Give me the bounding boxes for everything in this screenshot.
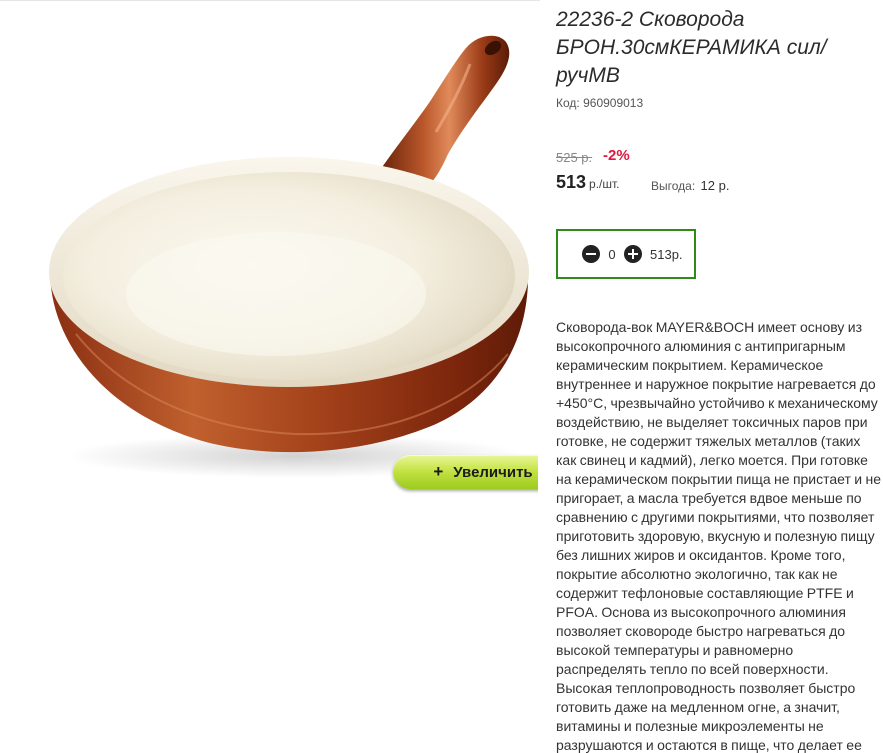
- benefit: Выгода: 12 р.: [651, 178, 729, 193]
- old-price: 525 р.: [556, 150, 593, 165]
- quantity-stepper: 0 513р.: [556, 229, 696, 279]
- code-value: 960909013: [583, 96, 644, 110]
- product-description: Сковорода-вок MAYER&BOCH имеет основу из…: [556, 319, 882, 753]
- product-page: + Увеличить 22236-2 Сковорода БРОН.30смК…: [0, 0, 883, 753]
- product-title: 22236-2 Сковорода БРОН.30смКЕРАМИКА сил/…: [556, 8, 827, 87]
- zoom-button-label: Увеличить: [453, 463, 533, 481]
- quantity-value[interactable]: 0: [600, 247, 624, 262]
- quantity-sum: 513р.: [650, 246, 683, 262]
- product-code: Код: 960909013: [556, 96, 643, 110]
- discount-badge: -2%: [603, 147, 630, 164]
- plus-circle-icon[interactable]: [624, 245, 642, 263]
- plus-icon: +: [433, 462, 444, 481]
- benefit-value: 12 р.: [700, 178, 730, 193]
- benefit-label: Выгода:: [651, 179, 696, 193]
- price-value: 513: [556, 172, 587, 192]
- minus-circle-icon[interactable]: [582, 245, 600, 263]
- price-unit: р./шт.: [589, 177, 620, 191]
- code-label: Код:: [556, 96, 580, 110]
- top-divider: [0, 0, 540, 1]
- product-image[interactable]: + Увеличить: [46, 4, 538, 496]
- zoom-button[interactable]: + Увеличить: [393, 455, 538, 489]
- price-row: 513 р./шт.: [556, 172, 620, 193]
- frying-pan-image: [49, 35, 529, 478]
